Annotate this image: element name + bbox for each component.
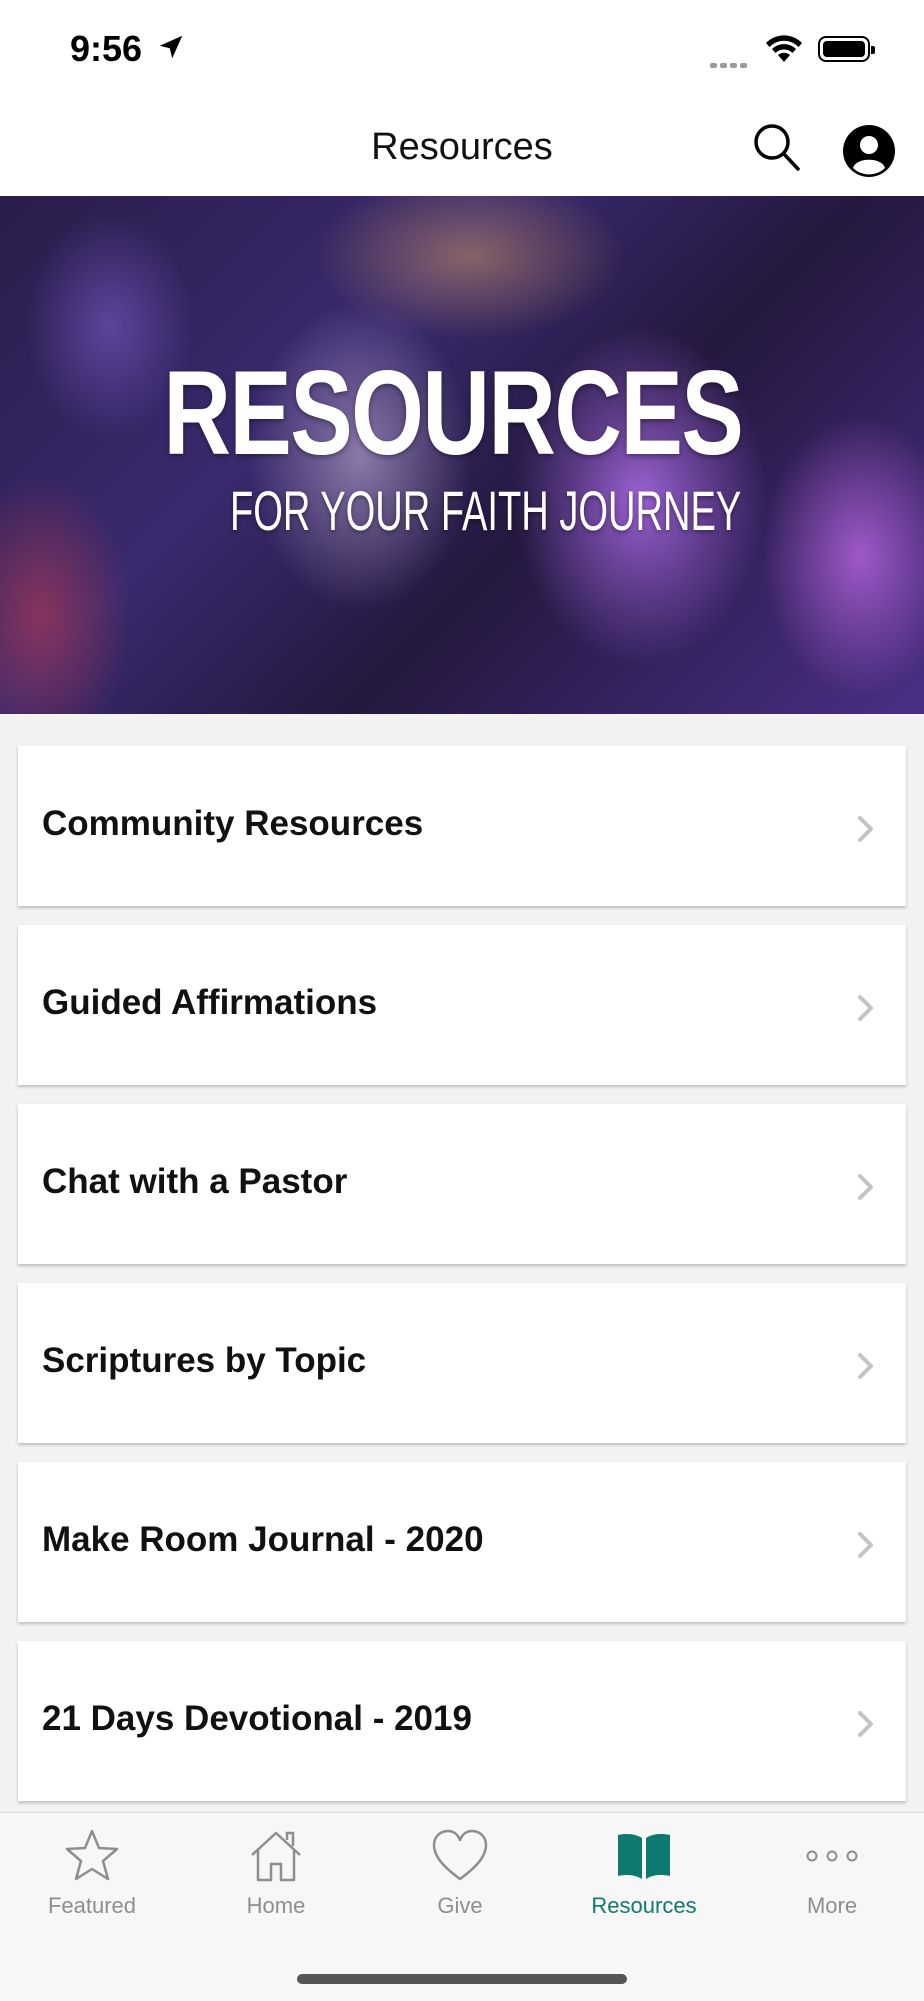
tab-bar: Featured Home Give Resources More [0,1812,924,2001]
list-item-label: Scriptures by Topic [42,1341,367,1380]
chevron-right-icon [858,816,873,842]
chevron-right-icon [858,1711,873,1737]
list-item-community-resources[interactable]: Community Resources [18,746,906,906]
hero-subtitle: FOR YOUR FAITH JOURNEY [230,479,742,542]
status-time: 9:56 [70,28,143,69]
tab-label: Featured [47,1893,137,1918]
list-item-21-days-devotional[interactable]: 21 Days Devotional - 2019 [18,1641,906,1801]
profile-icon[interactable] [842,124,896,178]
chevron-right-icon [858,1532,873,1558]
list-item-scriptures-by-topic[interactable]: Scriptures by Topic [18,1283,906,1443]
tab-featured[interactable]: Featured [0,1827,184,1937]
list-item-chat-with-a-pastor[interactable]: Chat with a Pastor [18,1104,906,1264]
list-item-label: Make Room Journal - 2020 [42,1520,484,1559]
book-icon [618,1834,670,1879]
wifi-icon [766,35,802,62]
tab-resources[interactable]: Resources [552,1827,736,1937]
tab-give[interactable]: Give [368,1827,552,1937]
chevron-right-icon [858,995,873,1021]
resource-list: Community Resources Guided Affirmations … [18,746,906,1820]
hero-title: RESOURCES [163,346,743,480]
tab-home[interactable]: Home [184,1827,368,1937]
tab-label: Home [246,1893,306,1918]
list-item-make-room-journal[interactable]: Make Room Journal - 2020 [18,1462,906,1622]
search-icon[interactable] [752,122,802,174]
list-item-guided-affirmations[interactable]: Guided Affirmations [18,925,906,1085]
status-bar: 9:56 [0,0,924,100]
navigation-bar: Resources [0,100,924,196]
tab-label: Give [437,1893,483,1918]
location-arrow-icon [159,35,183,59]
home-icon [251,1831,301,1882]
star-icon [65,1829,119,1881]
chevron-right-icon [858,1174,873,1200]
more-dots-icon [806,1850,858,1862]
list-item-label: Community Resources [42,804,424,843]
hero-banner: RESOURCES FOR YOUR FAITH JOURNEY [0,196,924,714]
list-item-label: 21 Days Devotional - 2019 [42,1699,472,1738]
chevron-right-icon [858,1353,873,1379]
tab-more[interactable]: More [740,1827,924,1937]
heart-icon [432,1829,488,1881]
tab-label: Resources [591,1893,697,1918]
battery-icon [818,36,875,62]
home-indicator [297,1974,627,1984]
cellular-signal-icon [710,55,750,73]
list-item-label: Chat with a Pastor [42,1162,348,1201]
tab-label: More [806,1893,858,1918]
list-item-label: Guided Affirmations [42,983,378,1022]
